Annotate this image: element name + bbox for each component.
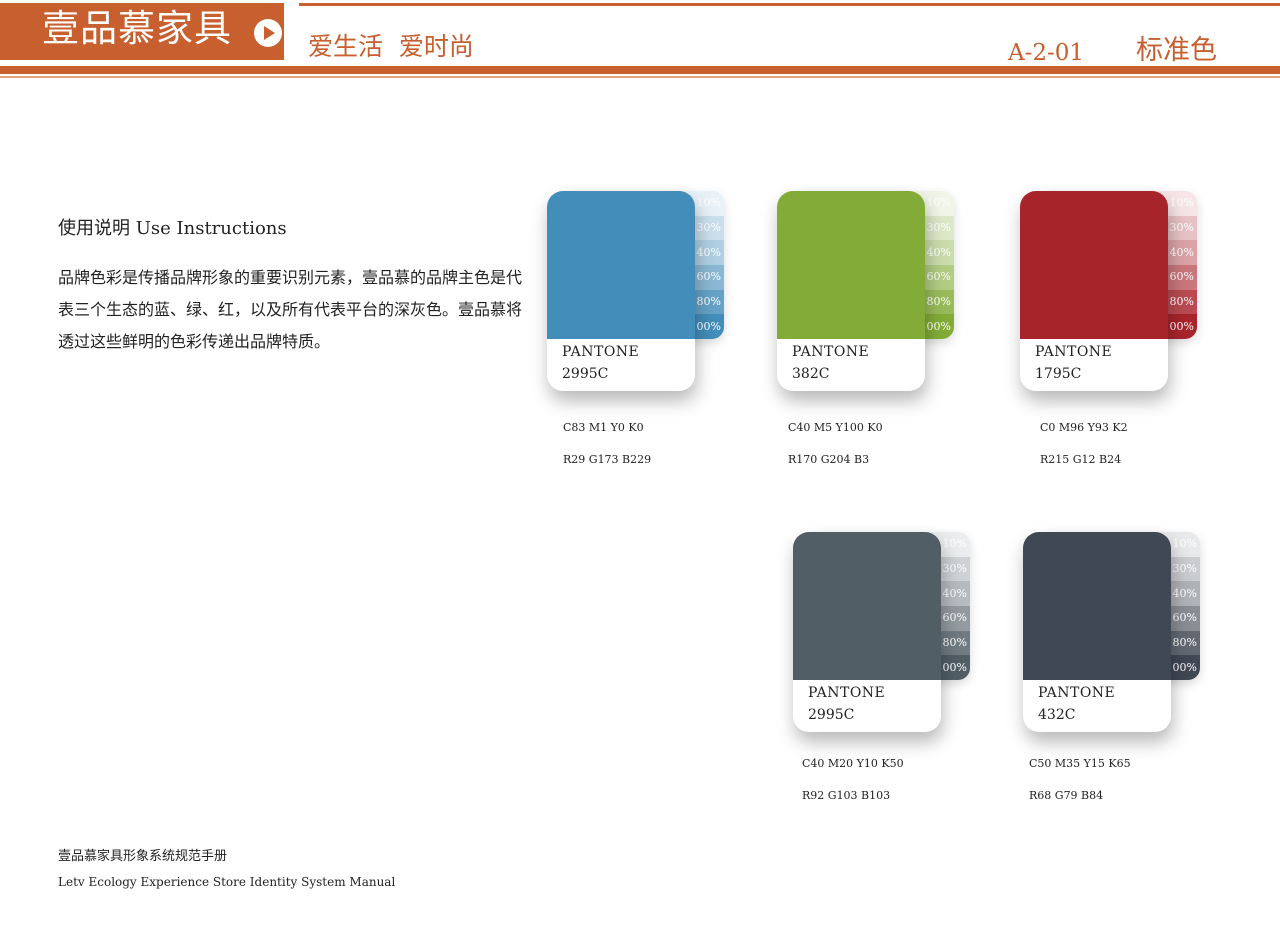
- tint-label: 30%: [1172, 562, 1197, 575]
- pantone-label: PANTONE: [562, 344, 640, 360]
- cmyk-value: C0 M96 Y93 K2: [1040, 421, 1128, 434]
- tint-label: 10%: [696, 196, 721, 210]
- tint-label: 10%: [1172, 537, 1197, 551]
- tint-label: 40%: [696, 245, 721, 259]
- tint-label: 10%: [1169, 196, 1194, 210]
- cmyk-value: C83 M1 Y0 K0: [563, 421, 644, 434]
- color-swatch: 10% 30% 40% 60% 80% 100% PANTONE 382C: [777, 191, 967, 406]
- tint-label: 80%: [942, 636, 967, 650]
- tint-label: 40%: [1172, 586, 1197, 600]
- header-divider-thin: [0, 76, 1280, 78]
- tint-label: 30%: [926, 221, 951, 234]
- footer-title-cn: 壹品慕家具形象系统规范手册: [58, 849, 228, 864]
- pantone-card: PANTONE 2995C: [793, 532, 941, 732]
- pantone-code: 2995C: [808, 707, 855, 723]
- play-circle-icon: [254, 19, 282, 47]
- pantone-card: PANTONE 382C: [777, 191, 925, 391]
- tint-label: 30%: [1169, 221, 1194, 234]
- brand-slogan: 爱生活 爱时尚: [308, 32, 474, 61]
- cmyk-value: C40 M5 Y100 K0: [788, 421, 883, 434]
- tint-label: 30%: [696, 221, 721, 234]
- tint-label: 40%: [942, 586, 967, 600]
- tint-label: 60%: [1169, 270, 1194, 284]
- tint-label: 10%: [926, 196, 951, 210]
- pantone-code: 432C: [1038, 707, 1076, 723]
- pantone-label: PANTONE: [792, 344, 870, 360]
- header-top-rule: [299, 3, 1280, 6]
- section-title: 标准色: [1136, 35, 1217, 66]
- brand-title: 壹品慕家具: [42, 7, 232, 50]
- tint-label: 60%: [696, 270, 721, 284]
- rgb-value: R170 G204 B3: [788, 453, 870, 466]
- color-fill: [777, 191, 925, 339]
- color-fill: [547, 191, 695, 339]
- tint-label: 80%: [926, 295, 951, 309]
- header-divider: [0, 66, 1280, 74]
- color-swatch: 10% 30% 40% 60% 80% 100% PANTONE 432C: [1023, 532, 1213, 747]
- pantone-card: PANTONE 1795C: [1020, 191, 1168, 391]
- tint-label: 80%: [1169, 295, 1194, 309]
- rgb-value: R92 G103 B103: [802, 789, 891, 802]
- footer-title-en: Letv Ecology Experience Store Identity S…: [58, 875, 396, 889]
- tint-label: 60%: [1172, 611, 1197, 625]
- rgb-value: R68 G79 B84: [1029, 789, 1104, 802]
- tint-label: 10%: [942, 537, 967, 551]
- pantone-code: 382C: [792, 366, 830, 382]
- cmyk-value: C50 M35 Y15 K65: [1029, 757, 1131, 770]
- pantone-label: PANTONE: [1038, 685, 1116, 701]
- rgb-value: R29 G173 B229: [563, 453, 652, 466]
- tint-label: 40%: [1169, 245, 1194, 259]
- rgb-value: R215 G12 B24: [1040, 453, 1122, 466]
- color-fill: [1023, 532, 1171, 680]
- usage-body: 品牌色彩是传播品牌形象的重要识别元素，壹品慕的品牌主色是代表三个生态的蓝、绿、红…: [58, 268, 523, 351]
- tint-label: 60%: [942, 611, 967, 625]
- tint-label: 80%: [696, 295, 721, 309]
- page-code: A-2-01: [1008, 40, 1085, 66]
- color-swatch: 10% 30% 40% 60% 80% 100% PANTONE 2995C: [547, 191, 737, 406]
- cmyk-value: C40 M20 Y10 K50: [802, 757, 904, 770]
- pantone-card: PANTONE 432C: [1023, 532, 1171, 732]
- pantone-code: 2995C: [562, 366, 609, 382]
- tint-label: 40%: [926, 245, 951, 259]
- usage-heading: 使用说明 Use Instructions: [58, 218, 287, 239]
- color-fill: [793, 532, 941, 680]
- pantone-code: 1795C: [1035, 366, 1082, 382]
- color-swatch: 10% 30% 40% 60% 80% 100% PANTONE 1795C: [1020, 191, 1210, 406]
- color-swatch: 10% 30% 40% 60% 80% 100% PANTONE 2995C: [793, 532, 983, 747]
- tint-label: 30%: [942, 562, 967, 575]
- pantone-card: PANTONE 2995C: [547, 191, 695, 391]
- tint-label: 60%: [926, 270, 951, 284]
- pantone-label: PANTONE: [1035, 344, 1113, 360]
- pantone-label: PANTONE: [808, 685, 886, 701]
- color-fill: [1020, 191, 1168, 339]
- tint-label: 80%: [1172, 636, 1197, 650]
